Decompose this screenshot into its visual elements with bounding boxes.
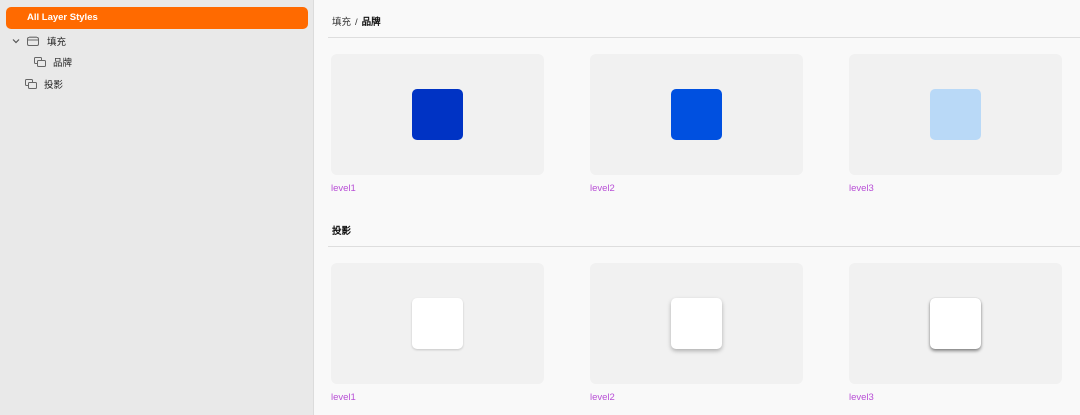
breadcrumb-current: 品牌: [361, 17, 381, 28]
sidebar-item-label: 品牌: [53, 58, 73, 69]
style-card-shadow-level1[interactable]: [331, 263, 544, 384]
style-card-label: level3: [849, 183, 874, 194]
shadow-swatch: [671, 298, 722, 349]
sidebar-item-brand[interactable]: 品牌: [34, 53, 72, 71]
breadcrumb: 填充 / 品牌: [332, 14, 381, 28]
style-card-fill-level1[interactable]: [331, 54, 544, 175]
shadow-swatch: [412, 298, 463, 349]
main-content: 填充 / 品牌 level1 level2 level3 投影 level1 lev…: [315, 0, 1080, 415]
style-card-label: level2: [590, 183, 615, 194]
sidebar-item-label: 填充: [47, 37, 67, 48]
style-card-fill-level2[interactable]: [590, 54, 803, 175]
style-card-shadow-level2[interactable]: [590, 263, 803, 384]
color-swatch: [412, 89, 463, 140]
style-card-shadow-level3[interactable]: [849, 263, 1062, 384]
layer-style-icon: [34, 57, 46, 67]
section-title-shadow: 投影: [332, 226, 352, 237]
style-card-label: level1: [331, 392, 356, 403]
style-card-label: level1: [331, 183, 356, 194]
sidebar-item-label: 投影: [44, 80, 64, 91]
style-card-fill-level3[interactable]: [849, 54, 1062, 175]
style-card-label: level3: [849, 392, 874, 403]
style-card-label: level2: [590, 392, 615, 403]
sidebar-item-all-layer-styles[interactable]: All Layer Styles: [6, 7, 308, 29]
divider: [328, 37, 1080, 38]
shadow-swatch: [930, 298, 981, 349]
chevron-down-icon[interactable]: [11, 36, 21, 46]
breadcrumb-parent[interactable]: 填充: [332, 17, 351, 28]
layer-style-icon: [25, 79, 37, 89]
color-swatch: [930, 89, 981, 140]
breadcrumb-separator: /: [355, 17, 358, 28]
color-swatch: [671, 89, 722, 140]
sidebar: All Layer Styles 填充 品牌 投影: [0, 0, 314, 415]
sidebar-item-shadow[interactable]: 投影: [25, 75, 63, 93]
sidebar-item-fill-group[interactable]: 填充: [11, 32, 66, 50]
divider: [328, 246, 1080, 247]
folder-icon: [27, 36, 39, 46]
